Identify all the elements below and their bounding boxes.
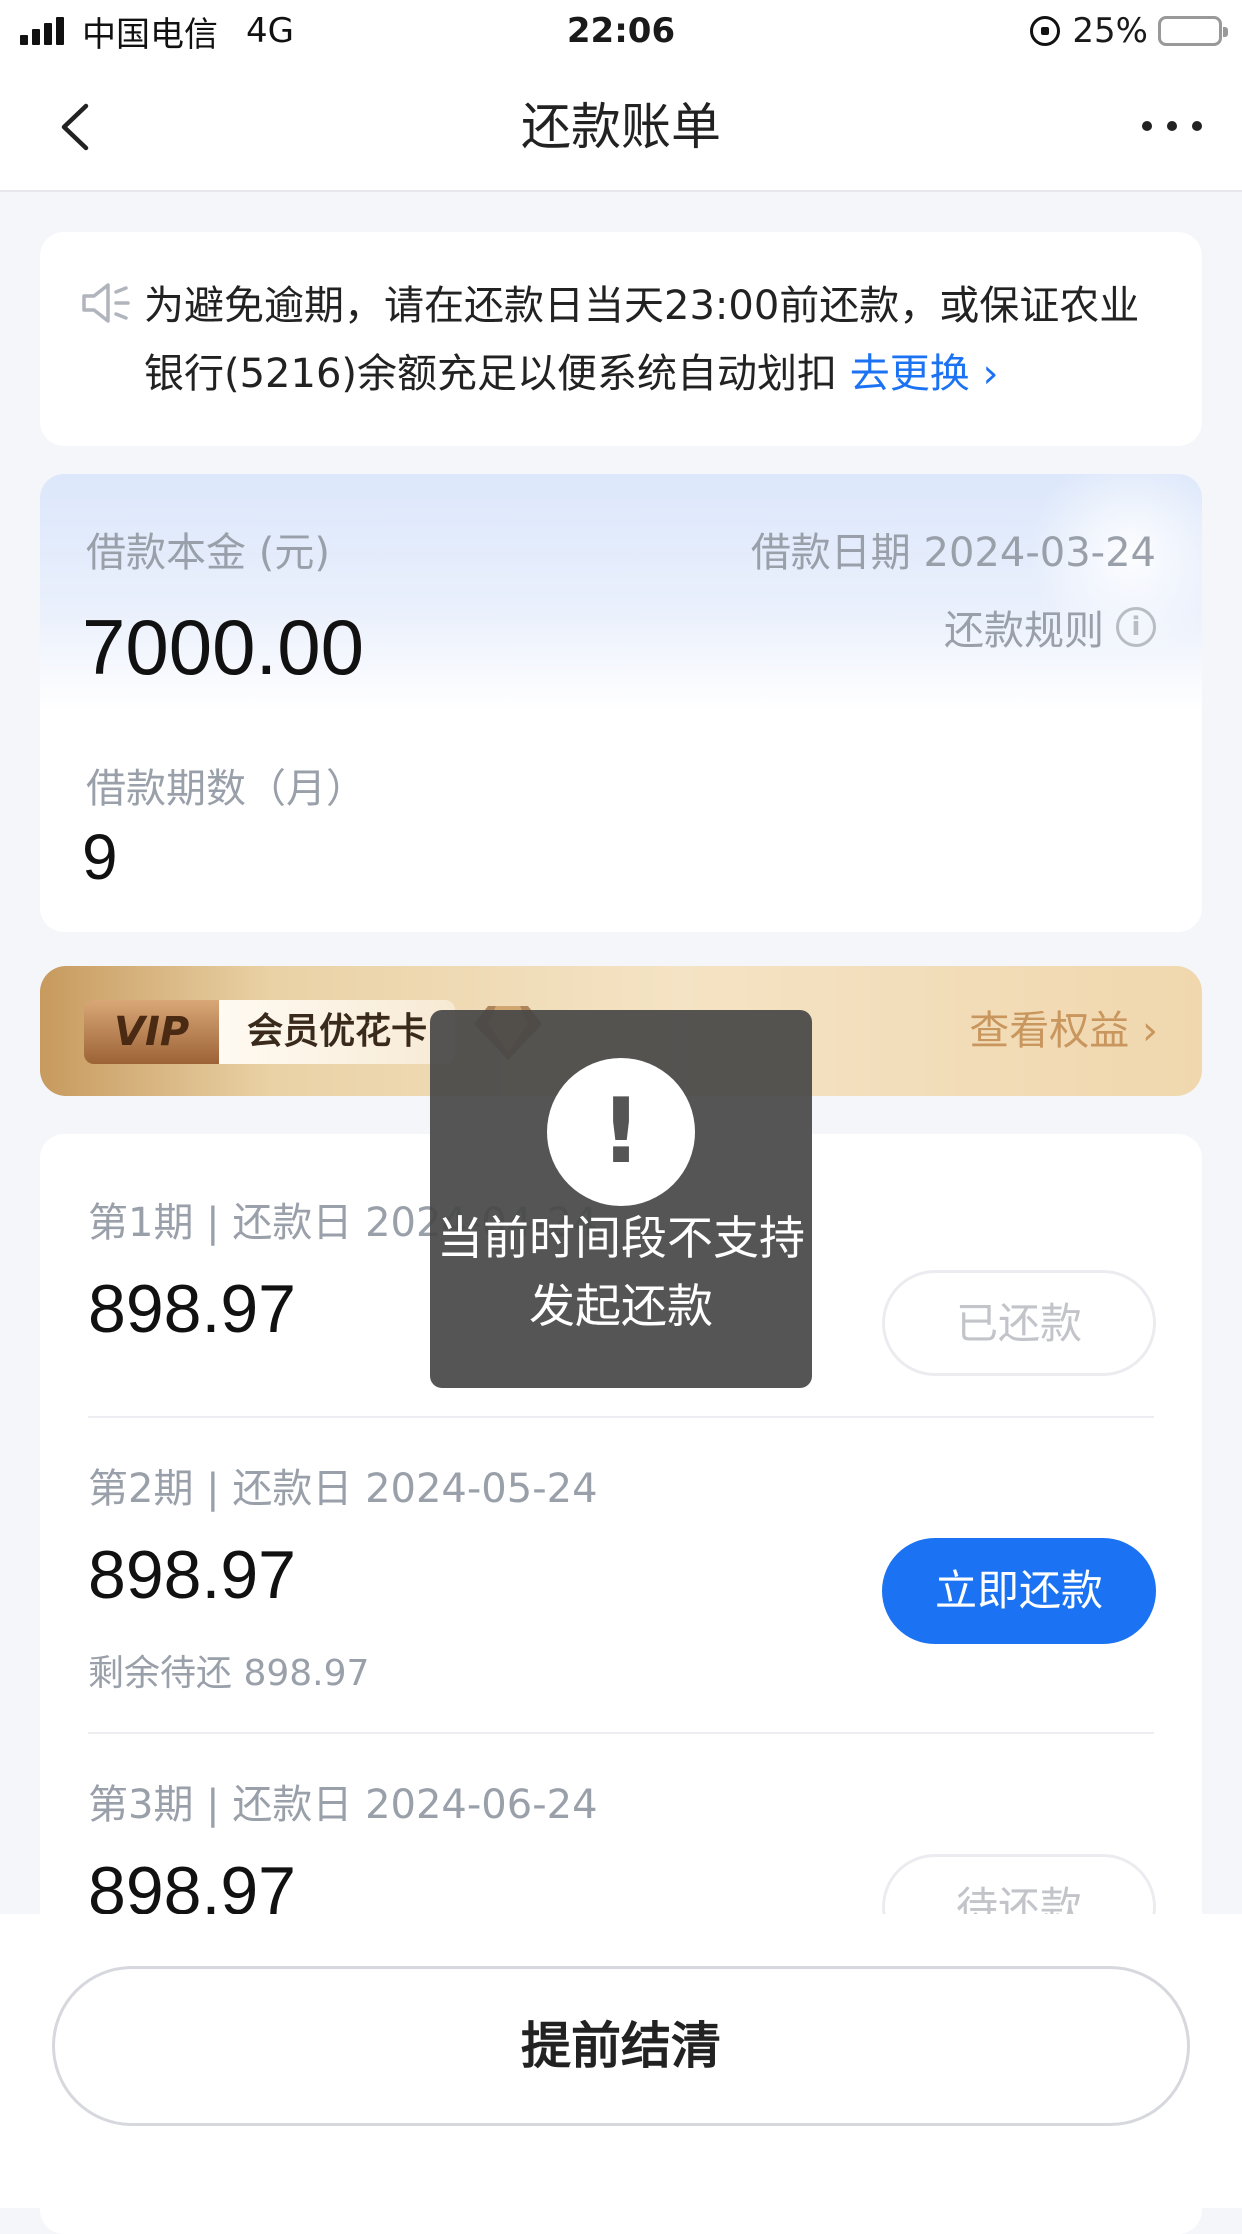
- notice-card: 为避免逾期，请在还款日当天23:00前还款，或保证农业银行(5216)余额充足以…: [40, 232, 1202, 446]
- view-benefits-link[interactable]: 查看权益 ›: [969, 966, 1158, 1096]
- term-value: 9: [82, 821, 118, 893]
- more-icon[interactable]: [1142, 106, 1202, 146]
- toast-text: 当前时间段不支持 发起还款: [430, 1204, 812, 1340]
- nav-bar: 还款账单: [0, 62, 1242, 192]
- installment-row: 第2期 | 还款日 2024-05-24 898.97 剩余待还 898.97 …: [88, 1400, 1158, 1718]
- speaker-icon: [82, 283, 130, 323]
- pay-now-button[interactable]: 立即还款: [882, 1538, 1156, 1644]
- toast-line: 发起还款: [529, 1279, 713, 1333]
- status-right: 25%: [1030, 10, 1228, 52]
- battery-percent: 25%: [1072, 11, 1148, 51]
- exclamation-icon: !: [547, 1058, 695, 1206]
- settle-early-button[interactable]: 提前结清: [52, 1966, 1190, 2126]
- loan-date: 借款日期 2024-03-24: [750, 530, 1156, 576]
- loan-summary-card: 借款本金 (元) 7000.00 借款日期 2024-03-24 还款规则 i …: [40, 474, 1202, 932]
- principal-label: 借款本金 (元): [86, 530, 330, 576]
- toast-message: ! 当前时间段不支持 发起还款: [430, 1010, 812, 1388]
- page-title: 还款账单: [521, 98, 721, 156]
- info-icon: i: [1116, 607, 1156, 647]
- vip-card-name: 会员优花卡: [219, 1000, 456, 1064]
- paid-button[interactable]: 已还款: [882, 1270, 1156, 1376]
- vip-tag: VIP: [84, 1000, 220, 1064]
- notice-text: 为避免逾期，请在还款日当天23:00前还款，或保证农业银行(5216)余额充足以…: [144, 272, 1162, 408]
- installment-amount: 898.97: [88, 1271, 296, 1347]
- vip-badge: VIP 会员优花卡: [84, 1000, 456, 1064]
- installment-title: 第3期 | 还款日 2024-06-24: [88, 1782, 598, 1828]
- orientation-lock-icon: [1030, 16, 1061, 46]
- toast-line: 当前时间段不支持: [437, 1211, 805, 1265]
- status-bar: 中国电信 4G 22:06 25%: [0, 0, 1242, 62]
- installment-remaining: 剩余待还 898.97: [88, 1653, 370, 1694]
- installment-amount: 898.97: [88, 1537, 296, 1613]
- repay-rules-label: 还款规则: [944, 608, 1104, 654]
- principal-value: 7000.00: [82, 603, 364, 691]
- term-label: 借款期数（月）: [86, 766, 366, 812]
- battery-icon: [1158, 16, 1228, 46]
- installment-title: 第2期 | 还款日 2024-05-24: [88, 1466, 598, 1512]
- change-card-link[interactable]: 去更换 ›: [850, 351, 999, 397]
- repay-rules-link[interactable]: 还款规则 i: [944, 598, 1156, 656]
- bottom-bar: 提前结清: [0, 1914, 1242, 2208]
